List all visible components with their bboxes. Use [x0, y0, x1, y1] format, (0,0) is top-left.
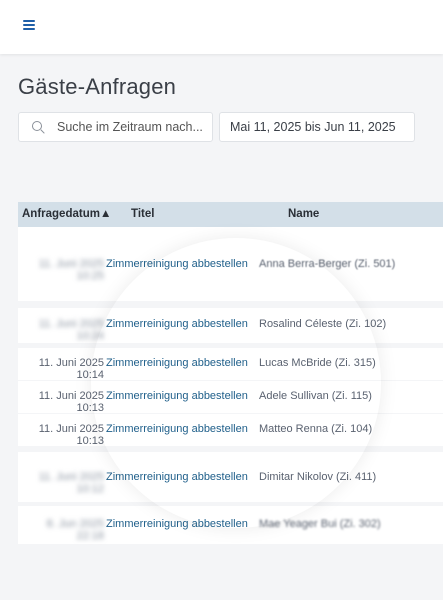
row-name: Rosalind Céleste (Zi. 102) — [259, 318, 387, 330]
row-title-link[interactable]: Zimmerreinigung abbestellen — [106, 390, 248, 402]
table-header: Anfragedatum▲ Titel Name — [18, 202, 443, 227]
row-date: 8. Jun 2025 22:18 — [46, 518, 105, 542]
row-title-link[interactable]: Zimmerreinigung abbestellen — [106, 471, 248, 483]
row-date: 11. Juni 2025 10:14 — [38, 357, 104, 381]
page-title: Gäste-Anfragen — [18, 74, 177, 99]
row-name: Matteo Renna (Zi. 104) — [259, 423, 373, 435]
column-header-title[interactable]: Titel — [131, 208, 154, 220]
column-header-date[interactable]: Anfragedatum▲ — [22, 208, 111, 220]
table-row[interactable]: 11. Juni 2025 10:12 Zimmerreinigung abbe… — [18, 452, 443, 502]
table-row[interactable]: 8. Jun 2025 22:18 Zimmerreinigung abbest… — [18, 506, 443, 544]
hamburger-menu-icon[interactable] — [23, 20, 35, 30]
row-title-link[interactable]: Zimmerreinigung abbestellen — [106, 518, 248, 530]
row-name: Adele Sullivan (Zi. 115) — [259, 390, 372, 402]
row-title-link[interactable]: Zimmerreinigung abbestellen — [106, 357, 248, 369]
row-title-link[interactable]: Zimmerreinigung abbestellen — [106, 423, 248, 435]
row-name: Lucas McBride (Zi. 315) — [259, 357, 376, 369]
row-date: 11. Juni 2025 10:24 — [38, 318, 104, 342]
table-row[interactable]: 11. Juni 2025 10:13 Zimmerreinigung abbe… — [18, 414, 443, 447]
top-bar — [0, 0, 443, 54]
date-range-picker[interactable]: Mai 11, 2025 bis Jun 11, 2025 — [219, 112, 415, 142]
table-row[interactable]: 11. Juni 2025 10:25 Zimmerreinigung abbe… — [18, 227, 443, 301]
row-date: 11. Juni 2025 10:25 — [38, 258, 104, 282]
table-row[interactable]: 11. Juni 2025 10:14 Zimmerreinigung abbe… — [18, 348, 443, 381]
row-title-link[interactable]: Zimmerreinigung abbestellen — [106, 318, 248, 330]
search-icon — [32, 121, 42, 131]
column-header-name[interactable]: Name — [288, 208, 319, 220]
search-box[interactable] — [18, 112, 213, 142]
row-name: Mae Yeager Bui (Zi. 302) — [259, 518, 381, 530]
row-date: 11. Juni 2025 10:13 — [38, 390, 104, 414]
row-name: Anna Berra-Berger (Zi. 501) — [259, 258, 396, 270]
search-input[interactable] — [57, 113, 207, 141]
row-title-link[interactable]: Zimmerreinigung abbestellen — [106, 258, 248, 270]
row-name: Dimitar Nikolov (Zi. 411) — [259, 471, 377, 483]
row-date: 11. Juni 2025 10:13 — [38, 423, 104, 447]
table-row[interactable]: 11. Juni 2025 10:13 Zimmerreinigung abbe… — [18, 381, 443, 414]
row-date: 11. Juni 2025 10:12 — [38, 471, 104, 495]
table-row[interactable]: 11. Juni 2025 10:24 Zimmerreinigung abbe… — [18, 308, 443, 343]
